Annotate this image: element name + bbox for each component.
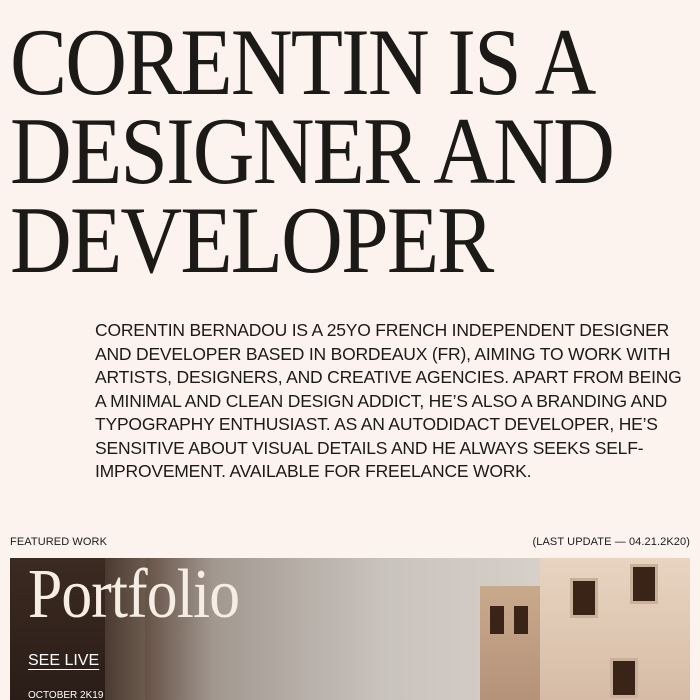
featured-work-label: Featured work <box>10 536 108 548</box>
bio-paragraph: Corentin Bernadou is a 25yo French indep… <box>95 320 682 481</box>
hero-line-1: Corentin is a <box>10 9 596 115</box>
card-photo-building-right <box>540 558 690 700</box>
hero-line-2: designer and <box>10 98 615 204</box>
see-live-link[interactable]: See live <box>28 652 99 670</box>
hero-heading: Corentin is a designer and developer <box>10 9 615 293</box>
card-date: October 2K19 <box>28 690 104 700</box>
featured-project-card[interactable]: Portfolio See live October 2K19 <box>10 558 690 700</box>
card-photo-building-middle <box>480 586 540 700</box>
hero-line-3: developer <box>10 187 494 293</box>
last-update-label: (Last update — 04.21.2K20) <box>532 536 690 548</box>
card-title: Portfolio <box>28 558 240 633</box>
